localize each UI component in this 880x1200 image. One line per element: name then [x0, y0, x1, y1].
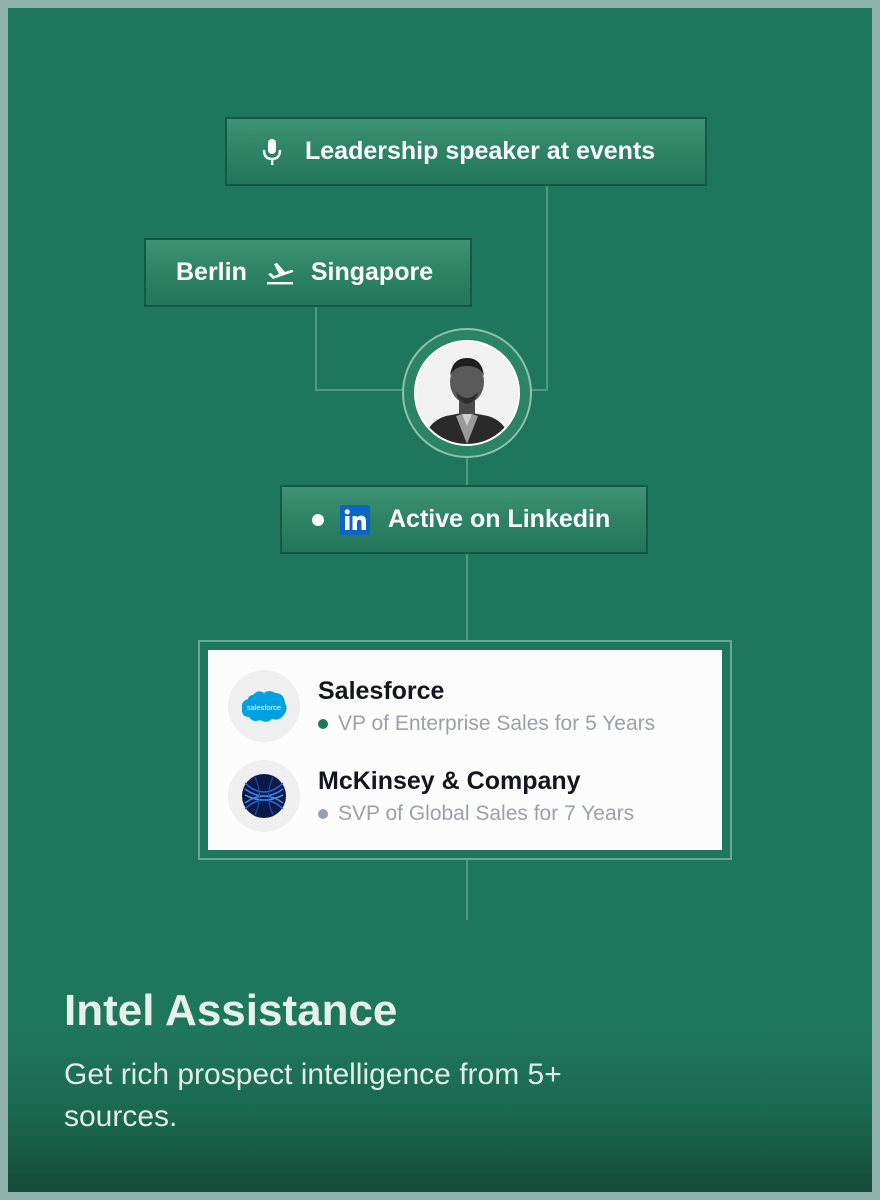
role-description: SVP of Global Sales for 7 Years [318, 802, 634, 826]
avatar-ring [402, 328, 532, 458]
active-indicator-dot [312, 513, 324, 526]
role-description: VP of Enterprise Sales for 5 Years [318, 712, 655, 736]
company-name: Salesforce [318, 676, 445, 705]
connector-line-avatar [466, 456, 468, 486]
experience-item-mckinsey: McKinsey & Company SVP of Global Sales f… [228, 760, 634, 832]
linkedin-label: Active on Linkedin [388, 505, 611, 533]
salesforce-logo: salesforce [228, 670, 300, 742]
travel-to: Singapore [310, 258, 434, 286]
linkedin-pill: Active on Linkedin [280, 485, 648, 554]
connector-line-linkedin [466, 553, 468, 641]
linkedin-icon [340, 504, 370, 535]
microphone-icon [261, 137, 283, 167]
feature-description: Get rich prospect intelligence from 5+ s… [64, 1058, 562, 1133]
role-text: VP of Enterprise Sales for 5 Years [338, 711, 656, 735]
status-dot [318, 808, 328, 819]
person-avatar [414, 340, 520, 446]
role-text: SVP of Global Sales for 7 Years [338, 801, 635, 825]
company-name: McKinsey & Company [318, 766, 581, 795]
plane-takeoff-icon [265, 260, 295, 286]
experience-item-salesforce: salesforce Salesforce VP of Enterprise S… [228, 670, 655, 742]
connector-line-travel-corner [315, 389, 407, 391]
salesforce-logo-text: salesforce [247, 703, 281, 712]
connector-line-travel [315, 306, 317, 391]
mckinsey-logo [228, 760, 300, 832]
speaker-label: Leadership speaker at events [305, 137, 656, 165]
experience-card: salesforce Salesforce VP of Enterprise S… [208, 650, 722, 850]
connector-line-speaker [546, 185, 548, 391]
travel-from: Berlin [176, 258, 247, 286]
feature-card: Leadership speaker at events Berlin Sing… [8, 8, 872, 1192]
connector-line-bottom [466, 860, 468, 920]
experience-card-frame: salesforce Salesforce VP of Enterprise S… [198, 640, 732, 860]
travel-pill: Berlin Singapore [144, 238, 472, 307]
feature-title: Intel Assistance [64, 986, 398, 1035]
status-dot [318, 718, 328, 729]
speaker-pill: Leadership speaker at events [225, 117, 707, 186]
